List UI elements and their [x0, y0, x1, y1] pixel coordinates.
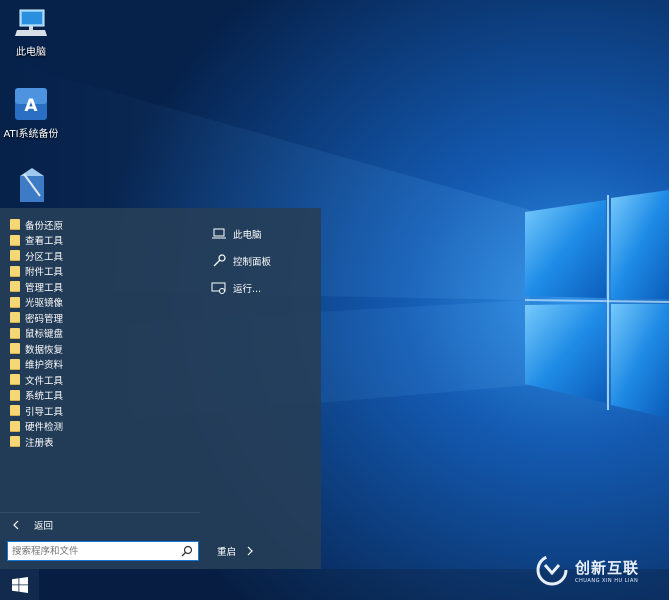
restart-label: 重启 [217, 547, 237, 558]
folder-label: 查看工具 [25, 236, 64, 248]
folder-item[interactable]: 密码管理 [10, 310, 63, 326]
folder-label: 备份还原 [25, 220, 64, 232]
folder-icon [10, 358, 20, 370]
folder-label: 系统工具 [25, 391, 64, 403]
folder-item[interactable]: 文件工具 [10, 372, 63, 388]
desktop-icon-ati-backup[interactable]: A ATI系统备份 [0, 86, 62, 140]
folder-item[interactable]: 注册表 [10, 434, 63, 450]
watermark-subtitle: CHUANG XIN HU LIAN [575, 577, 639, 584]
folder-item[interactable]: 系统工具 [10, 388, 63, 404]
menu-item-this-pc[interactable]: 此电脑 [210, 220, 271, 247]
start-menu-right-column: 此电脑 控制面板 运行... [210, 220, 271, 301]
folder-label: 光驱镜像 [25, 298, 64, 310]
folder-label: 引导工具 [25, 406, 64, 418]
folder-icon [10, 436, 20, 448]
watermark-name: 创新互联 [575, 558, 640, 577]
back-label: 返回 [34, 521, 54, 532]
desktop-icon-label: ATI系统备份 [3, 129, 59, 140]
folder-icon [10, 312, 20, 324]
chevron-left-icon [13, 520, 19, 530]
folder-icon [10, 389, 20, 401]
folder-icon [10, 405, 20, 417]
desktop-icon-tool[interactable] [0, 166, 62, 202]
folder-icon [10, 219, 20, 231]
folder-item[interactable]: 数据恢复 [10, 341, 63, 357]
watermark: 创新互联 CHUANG XIN HU LIAN [535, 553, 639, 587]
folder-item[interactable]: 维护资料 [10, 357, 63, 373]
wrench-icon [213, 253, 226, 266]
folder-label: 维护资料 [25, 360, 64, 372]
folder-icon [10, 420, 20, 432]
run-icon [211, 282, 226, 294]
folder-item[interactable]: 引导工具 [10, 403, 63, 419]
folder-item[interactable]: 鼠标键盘 [10, 326, 63, 342]
folder-icon [10, 343, 20, 355]
folder-label: 管理工具 [25, 282, 64, 294]
folder-item[interactable]: 附件工具 [10, 264, 63, 280]
chevron-right-icon [247, 546, 253, 556]
folder-label: 文件工具 [25, 375, 64, 387]
folder-icon [10, 234, 20, 246]
folder-item[interactable]: 管理工具 [10, 279, 63, 295]
folder-label: 密码管理 [25, 313, 64, 325]
start-menu: 备份还原 查看工具 分区工具 附件工具 管理工具 光驱镜像 密码管理 鼠标键盘 … [0, 208, 321, 569]
folder-label: 鼠标键盘 [25, 329, 64, 341]
folder-label: 附件工具 [25, 267, 64, 279]
folder-icon [10, 265, 20, 277]
laptop-icon [212, 228, 226, 238]
menu-item-label: 控制面板 [233, 256, 272, 268]
folder-icon [10, 296, 20, 308]
folder-label: 硬件检测 [25, 422, 64, 434]
folder-icon [10, 281, 20, 293]
acronis-icon: A [15, 88, 47, 120]
menu-item-run[interactable]: 运行... [210, 274, 271, 301]
windows-logo-icon [11, 576, 28, 593]
desktop-icon-label: 此电脑 [16, 47, 46, 58]
folder-item[interactable]: 备份还原 [10, 217, 63, 233]
folder-label: 注册表 [25, 437, 54, 449]
desktop-icon-this-pc[interactable]: 此电脑 [0, 6, 62, 58]
folder-item[interactable]: 分区工具 [10, 248, 63, 264]
start-button[interactable] [0, 569, 39, 600]
search-icon[interactable] [180, 544, 194, 558]
program-folder-list: 备份还原 查看工具 分区工具 附件工具 管理工具 光驱镜像 密码管理 鼠标键盘 … [10, 217, 63, 450]
folder-label: 分区工具 [25, 251, 64, 263]
menu-item-control-panel[interactable]: 控制面板 [210, 247, 271, 274]
back-button[interactable]: 返回 [0, 514, 200, 536]
folder-label: 数据恢复 [25, 344, 64, 356]
watermark-logo-icon [536, 554, 568, 586]
folder-item[interactable]: 硬件检测 [10, 419, 63, 435]
folder-item[interactable]: 查看工具 [10, 233, 63, 249]
folder-icon [10, 250, 20, 262]
restart-button[interactable]: 重启 [217, 542, 254, 560]
menu-item-label: 此电脑 [233, 229, 262, 241]
search-input[interactable] [8, 545, 180, 557]
folder-icon [10, 374, 20, 386]
svg-text:A: A [24, 96, 38, 116]
divider [0, 512, 200, 513]
menu-item-label: 运行... [233, 283, 262, 295]
folder-icon [10, 327, 20, 339]
computer-icon [15, 9, 47, 36]
folder-item[interactable]: 光驱镜像 [10, 295, 63, 311]
search-box[interactable] [7, 541, 199, 561]
tool-app-icon [20, 168, 44, 202]
